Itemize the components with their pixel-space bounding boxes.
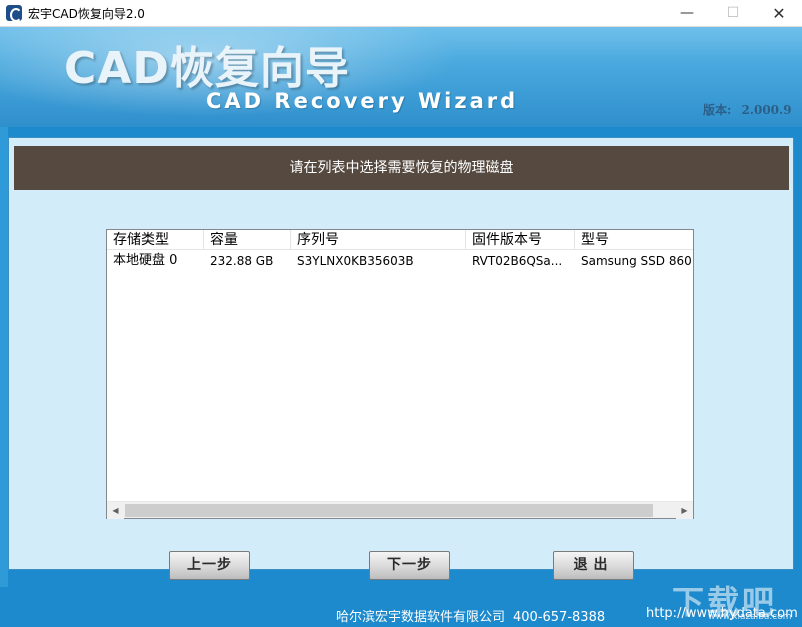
close-button[interactable]: ✕: [756, 0, 802, 27]
footer-company-info: 哈尔滨宏宇数据软件有限公司 400-657-8388: [336, 606, 605, 625]
window-title: 宏宇CAD恢复向导2.0: [28, 7, 145, 21]
column-header-capacity[interactable]: 容量: [204, 230, 291, 250]
column-header-firmware[interactable]: 固件版本号: [466, 230, 575, 250]
horizontal-scrollbar[interactable]: ◀ ▶: [107, 501, 693, 519]
disk-list[interactable]: 存储类型 容量 序列号 固件版本号 型号 本地硬盘 0 232.88 GB S3…: [106, 229, 694, 519]
title-bar: 宏宇CAD恢复向导2.0 — ☐ ✕: [0, 0, 802, 27]
list-header: 存储类型 容量 序列号 固件版本号 型号: [107, 230, 693, 250]
column-header-model[interactable]: 型号: [575, 230, 693, 250]
version-info: 版本: 2.000.9: [703, 101, 792, 118]
version-value: 2.000.9: [741, 103, 792, 117]
prev-step-button[interactable]: 上一步: [169, 551, 250, 580]
company-phone: 400-657-8388: [513, 610, 606, 625]
cell-type: 本地硬盘 0: [113, 253, 178, 268]
cell-capacity: 232.88 GB: [210, 254, 274, 268]
banner-title-cn: CAD恢复向导: [64, 43, 350, 94]
scroll-thumb[interactable]: [125, 504, 653, 517]
version-label: 版本:: [703, 103, 732, 117]
column-header-serial[interactable]: 序列号: [291, 230, 466, 250]
column-header-type[interactable]: 存储类型: [107, 230, 204, 250]
scroll-left-arrow-icon[interactable]: ◀: [107, 502, 124, 519]
scroll-right-arrow-icon[interactable]: ▶: [676, 502, 693, 519]
app-icon: [6, 5, 22, 22]
watermark-url: www.xiazaiba.com: [708, 612, 792, 622]
next-step-button[interactable]: 下一步: [369, 551, 450, 580]
instruction-bar: 请在列表中选择需要恢复的物理磁盘: [14, 146, 789, 190]
frame-edge: [0, 127, 8, 587]
company-name: 哈尔滨宏宇数据软件有限公司: [336, 610, 506, 625]
banner: CAD恢复向导 CAD Recovery Wizard 版本: 2.000.9: [0, 27, 802, 128]
maximize-button[interactable]: ☐: [710, 0, 756, 27]
banner-title-en: CAD Recovery Wizard: [206, 89, 519, 113]
table-row[interactable]: 本地硬盘 0 232.88 GB S3YLNX0KB35603B RVT02B6…: [107, 251, 693, 271]
exit-button[interactable]: 退出: [553, 551, 634, 580]
cell-model: Samsung SSD 860: [581, 254, 692, 268]
cell-serial: S3YLNX0KB35603B: [297, 254, 414, 268]
minimize-button[interactable]: —: [664, 0, 710, 27]
cell-firmware: RVT02B6QSa...: [472, 254, 563, 268]
